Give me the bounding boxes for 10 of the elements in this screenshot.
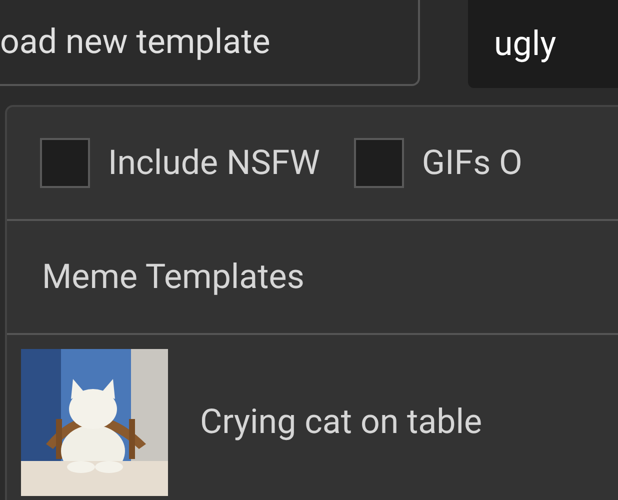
template-label: Crying cat on table — [200, 401, 482, 444]
checkbox-label: GIFs O — [422, 142, 522, 184]
search-field[interactable]: ugly — [468, 0, 618, 88]
section-title: Meme Templates — [42, 256, 304, 298]
upload-template-button[interactable]: oad new template — [0, 0, 420, 86]
checkbox[interactable] — [354, 138, 404, 188]
checkbox-label: Include NSFW — [108, 142, 320, 184]
template-item[interactable]: Crying cat on table — [7, 335, 618, 496]
search-value: ugly — [494, 22, 556, 66]
checkbox[interactable] — [40, 138, 90, 188]
